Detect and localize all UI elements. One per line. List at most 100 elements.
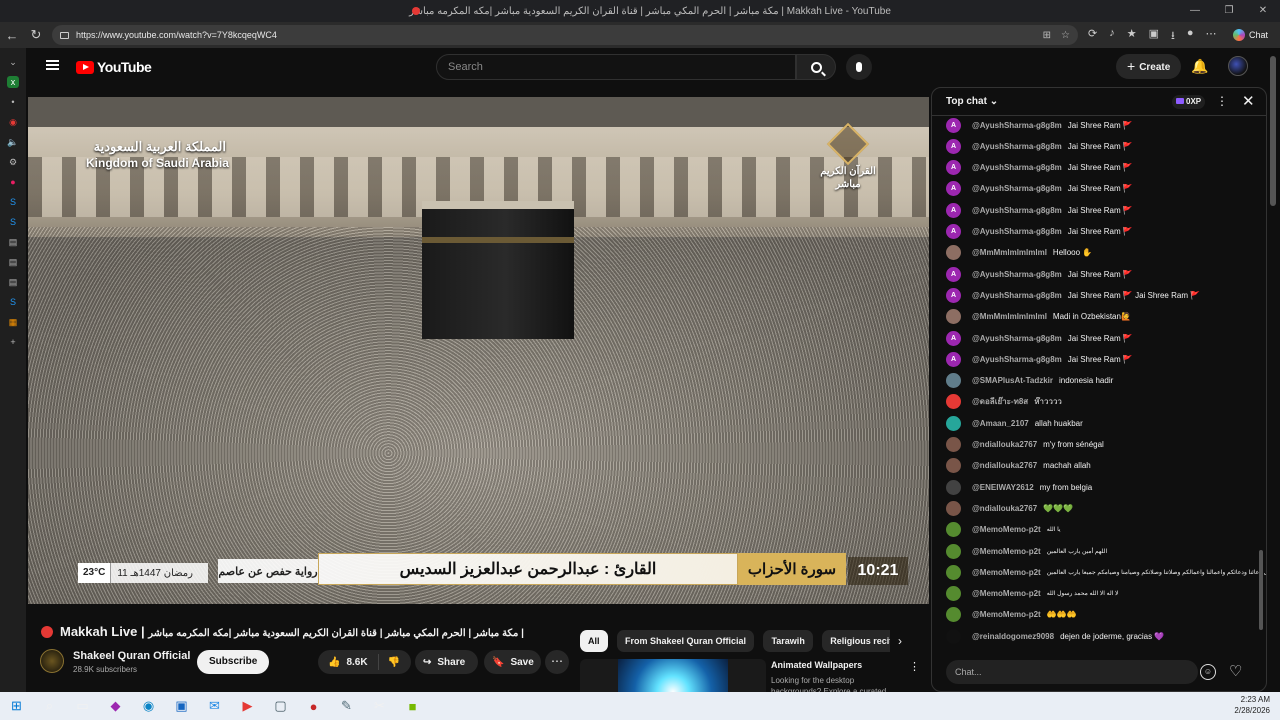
youtube-logo[interactable]: YouTube: [76, 59, 152, 75]
youtube-taskbar-icon[interactable]: ▶: [231, 698, 264, 714]
chat-message[interactable]: @reinaldogomez9098 dejen de joderme, grac…: [946, 627, 1164, 645]
chat-author-avatar[interactable]: [946, 586, 961, 602]
chat-author-avatar[interactable]: [946, 394, 961, 410]
subscribe-button[interactable]: Subscribe: [197, 650, 270, 674]
skype-icon-3[interactable]: S: [7, 296, 19, 308]
chat-author-avatar[interactable]: [946, 543, 961, 559]
favorites-icon[interactable]: ★: [1127, 27, 1137, 46]
audio-icon[interactable]: 🔈: [7, 136, 19, 148]
chat-author-name[interactable]: @ดอลีเย๊าะ-ท8ส: [972, 395, 1028, 408]
collections-icon[interactable]: ▣: [1149, 27, 1159, 46]
page-scrollbar[interactable]: [1270, 56, 1276, 692]
chat-message[interactable]: @MemoMemo-p2t 🤲🤲🤲: [946, 606, 1077, 624]
app-red-icon[interactable]: ●: [7, 176, 19, 188]
chat-author-name[interactable]: @AyushSharma-g8g8m: [972, 270, 1062, 279]
chat-message[interactable]: A @AyushSharma-g8g8m Jai Shree Ram 🚩: [946, 137, 1133, 155]
chat-message[interactable]: A @AyushSharma-g8g8m Jai Shree Ram 🚩: [946, 223, 1133, 241]
taskbar-search-icon[interactable]: ⌕: [33, 698, 66, 714]
maximize-icon[interactable]: ❐: [1212, 0, 1246, 22]
chat-author-name[interactable]: @MemoMemo-p2t: [972, 610, 1041, 619]
voice-search-button[interactable]: [846, 54, 872, 80]
capcut-taskbar-icon[interactable]: ✂: [363, 698, 396, 714]
chat-message[interactable]: @MmMmlmlmlmlml Hellooo ✋: [946, 244, 1092, 262]
recommendation-title[interactable]: Animated Wallpapers: [771, 660, 862, 670]
close-window-icon[interactable]: ✕: [1246, 0, 1280, 22]
chat-message[interactable]: A @AyushSharma-g8g8m Jai Shree Ram 🚩: [946, 116, 1133, 134]
chat-author-name[interactable]: @AyushSharma-g8g8m: [972, 121, 1062, 130]
chat-author-avatar[interactable]: A: [946, 160, 961, 176]
favorite-star-icon[interactable]: ☆: [1061, 30, 1070, 41]
emoji-icon[interactable]: ☺: [1200, 664, 1216, 680]
chat-message[interactable]: A @AyushSharma-g8g8m Jai Shree Ram 🚩: [946, 159, 1133, 177]
save-button[interactable]: 🔖 Save: [484, 650, 541, 674]
chat-author-name[interactable]: @AyushSharma-g8g8m: [972, 355, 1062, 364]
chip-all[interactable]: All: [580, 630, 608, 652]
heart-icon[interactable]: ♡: [1229, 662, 1242, 680]
chat-author-avatar[interactable]: [946, 415, 961, 431]
chat-author-name[interactable]: @MemoMemo-p2t: [972, 547, 1041, 556]
chat-author-name[interactable]: @AyushSharma-g8g8m: [972, 291, 1062, 300]
chat-author-avatar[interactable]: [946, 245, 961, 261]
page-scroll-thumb[interactable]: [1270, 56, 1276, 206]
chat-author-avatar[interactable]: A: [946, 202, 961, 218]
chat-author-avatar[interactable]: [946, 522, 961, 538]
chat-message-list[interactable]: A @AyushSharma-g8g8m Jai Shree Ram 🚩 A @Ayus…: [932, 116, 1266, 651]
image-app-icon-3[interactable]: ▤: [7, 276, 19, 288]
chat-author-name[interactable]: @MemoMemo-p2t: [972, 589, 1041, 598]
copilot-chat-button[interactable]: Chat: [1227, 25, 1274, 45]
chat-author-avatar[interactable]: A: [946, 330, 961, 346]
edge-browser-icon[interactable]: ◉: [132, 698, 165, 714]
recommendation-menu-icon[interactable]: ⋮: [909, 660, 920, 673]
chat-author-avatar[interactable]: A: [946, 181, 961, 197]
chat-message[interactable]: @SMAPlusAt-Tadzkir indonesia hadir: [946, 372, 1113, 390]
like-button[interactable]: 👍 8.6K: [318, 654, 379, 670]
chat-author-name[interactable]: @ndiallouka2767: [972, 504, 1037, 513]
player-progress-bar[interactable]: [28, 604, 929, 610]
chat-author-avatar[interactable]: [946, 458, 961, 474]
chip-from-channel[interactable]: From Shakeel Quran Official: [616, 630, 755, 652]
chat-message[interactable]: @MemoMemo-p2t يا الله: [946, 521, 1061, 539]
chat-author-avatar[interactable]: A: [946, 117, 961, 133]
chat-author-name[interactable]: @AyushSharma-g8g8m: [972, 206, 1062, 215]
notifications-bell-icon[interactable]: 🔔: [1191, 58, 1208, 75]
chat-message[interactable]: @ndiallouka2767 m'y from sénégal: [946, 436, 1104, 454]
chat-author-avatar[interactable]: [946, 628, 961, 644]
chat-author-avatar[interactable]: A: [946, 224, 961, 239]
nvidia-taskbar-icon[interactable]: ■: [396, 699, 429, 714]
skype-icon-2[interactable]: S: [7, 216, 19, 228]
reading-icon[interactable]: ♪: [1109, 27, 1115, 46]
channel-name[interactable]: Shakeel Quran Official: [73, 650, 190, 662]
chat-author-avatar[interactable]: [946, 564, 961, 580]
skype-icon[interactable]: S: [7, 196, 19, 208]
chat-mode-dropdown[interactable]: Top chat ⌄: [946, 96, 998, 107]
chat-author-avatar[interactable]: A: [946, 351, 961, 367]
settings-gear-icon[interactable]: ⚙: [7, 156, 19, 168]
chat-message[interactable]: @MemoMemo-p2t اللهم أمين يارب العالمين: [946, 542, 1107, 560]
chat-author-name[interactable]: @MemoMemo-p2t: [972, 525, 1041, 534]
chat-author-name[interactable]: @MmMmlmlmlmlml: [972, 248, 1047, 257]
dislike-button[interactable]: 👎: [379, 657, 400, 668]
close-chat-icon[interactable]: ✕: [1242, 92, 1255, 110]
chip-tarawih[interactable]: Tarawih: [763, 630, 813, 652]
chat-message[interactable]: A @AyushSharma-g8g8m Jai Shree Ram 🚩: [946, 201, 1133, 219]
chat-message[interactable]: @ndiallouka2767 💚💚💚: [946, 499, 1073, 517]
app-icon[interactable]: •: [7, 96, 19, 108]
extension-icon[interactable]: ⟳: [1088, 27, 1097, 46]
chat-message[interactable]: A @AyushSharma-g8g8m Jai Shree Ram 🚩: [946, 180, 1133, 198]
windows-start-icon[interactable]: ⊞: [0, 698, 33, 714]
chat-message[interactable]: @ndiallouka2767 machah allah: [946, 457, 1091, 475]
chat-author-avatar[interactable]: [946, 437, 961, 452]
chat-author-name[interactable]: @SMAPlusAt-Tadzkir: [972, 376, 1053, 385]
grid-app-icon[interactable]: ▦: [7, 316, 19, 328]
chat-menu-icon[interactable]: ⋮: [1216, 94, 1228, 108]
chat-message[interactable]: A @AyushSharma-g8g8m Jai Shree Ram 🚩: [946, 329, 1133, 347]
app-available-icon[interactable]: ⊞: [1043, 30, 1051, 41]
chat-author-name[interactable]: @AyushSharma-g8g8m: [972, 334, 1062, 343]
chat-author-avatar[interactable]: [946, 607, 961, 623]
back-icon[interactable]: ←: [0, 28, 24, 43]
chat-author-avatar[interactable]: [946, 309, 961, 325]
chat-author-name[interactable]: @AyushSharma-g8g8m: [972, 163, 1062, 172]
chat-message[interactable]: A @AyushSharma-g8g8m Jai Shree Ram 🚩: [946, 265, 1133, 283]
chat-author-avatar[interactable]: A: [946, 138, 961, 154]
mail-icon[interactable]: ✉: [198, 698, 231, 714]
